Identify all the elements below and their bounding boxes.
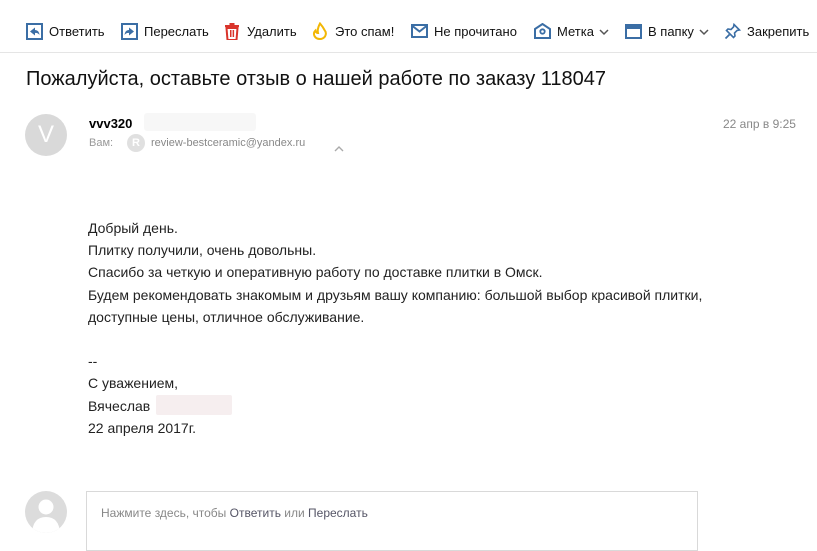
envelope-icon: [410, 22, 428, 40]
folder-icon: [624, 22, 642, 40]
move-to-folder-label: В папку: [648, 23, 694, 39]
message-toolbar: Ответить Переслать Удалить Это спам! Не …: [0, 0, 817, 53]
avatar-letter: V: [37, 121, 54, 148]
quick-reply-middle: или: [280, 506, 309, 520]
body-line: Спасибо за четкую и оперативную работу п…: [88, 264, 543, 281]
reply-icon: [25, 22, 43, 40]
sender-email-redacted: [144, 113, 256, 131]
label-label: Метка: [557, 23, 594, 39]
delete-button[interactable]: Удалить: [223, 20, 297, 42]
recipient-label: Вам:: [89, 137, 114, 149]
move-to-folder-button[interactable]: В папку: [624, 20, 709, 42]
body-line: [88, 328, 702, 350]
quick-reply-link[interactable]: Ответить: [230, 506, 281, 520]
signature-name: Вячеслав: [88, 397, 151, 414]
chevron-down-icon: [699, 24, 709, 39]
recipient-avatar: R: [127, 134, 145, 152]
message-subject: Пожалуйста, оставьте отзыв о нашей работ…: [26, 68, 607, 90]
reply-button[interactable]: Ответить: [25, 20, 105, 42]
forward-label: Переслать: [144, 23, 209, 39]
quick-reply-prefix: Нажмите здесь, чтобы: [101, 506, 230, 520]
pin-label: Закрепить: [747, 23, 810, 39]
user-avatar: [25, 491, 67, 533]
delete-label: Удалить: [247, 23, 297, 39]
chevron-down-icon: [599, 24, 609, 39]
body-line: Будем рекомендовать знакомым и друзьям в…: [88, 286, 703, 303]
reply-label: Ответить: [49, 23, 105, 39]
message-date: 22 апр в 9:25: [723, 117, 796, 131]
spam-icon: [311, 22, 329, 40]
spam-button[interactable]: Это спам!: [311, 20, 394, 42]
body-line: Плитку получили, очень довольны.: [88, 242, 317, 259]
quick-forward-link[interactable]: Переслать: [308, 506, 368, 520]
quick-reply-box[interactable]: Нажмите здесь, чтобы Ответить или Пересл…: [86, 491, 698, 551]
pin-button[interactable]: Закрепить: [723, 20, 809, 42]
trash-icon: [223, 22, 241, 40]
sender-avatar: V: [25, 114, 67, 156]
message-body: Добрый день. Плитку получили, очень дово…: [88, 217, 702, 439]
forward-button[interactable]: Переслать: [120, 20, 209, 42]
recipient-avatar-letter: R: [132, 137, 140, 149]
recipient-address[interactable]: review-bestceramic@yandex.ru: [151, 137, 305, 149]
mark-unread-label: Не прочитано: [434, 23, 517, 39]
body-line: Добрый день.: [88, 220, 178, 236]
sender-name[interactable]: vvv320: [89, 116, 132, 131]
signature-date: 22 апреля 2017г.: [88, 419, 197, 436]
label-button[interactable]: Метка: [533, 20, 609, 42]
mark-unread-button[interactable]: Не прочитано: [410, 20, 517, 42]
signature-separator: --: [88, 353, 98, 370]
signature-name-line: Вячеслав: [88, 394, 702, 417]
redacted-surname: [156, 394, 233, 415]
body-line: доступные цены, отличное обслуживание.: [88, 308, 365, 325]
pin-icon: [723, 22, 741, 40]
chevron-up-icon[interactable]: [334, 139, 344, 157]
spam-label: Это спам!: [335, 23, 395, 39]
signature-closing: С уважением,: [88, 375, 179, 392]
label-icon: [533, 22, 551, 40]
forward-icon: [120, 22, 138, 40]
